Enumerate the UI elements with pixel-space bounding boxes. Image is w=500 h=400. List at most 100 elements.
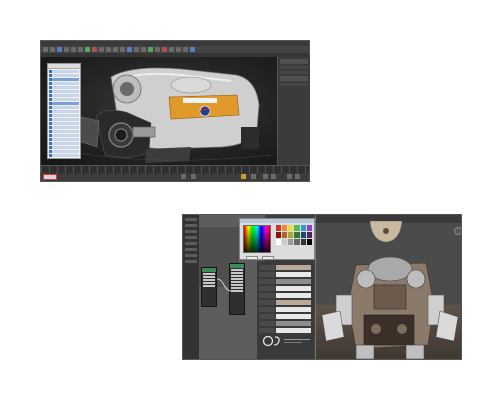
scene-object-row[interactable] (49, 114, 79, 117)
sidebar-tool[interactable] (185, 218, 197, 221)
undo-icon[interactable] (43, 47, 48, 52)
command-panel-field[interactable] (280, 83, 308, 86)
scene-object-row[interactable] (49, 122, 79, 125)
property-row[interactable] (259, 307, 311, 312)
scene-object-row[interactable] (49, 74, 79, 77)
scale-icon[interactable] (99, 47, 104, 52)
property-row[interactable] (259, 279, 311, 284)
link-icon[interactable] (57, 47, 62, 52)
property-row[interactable] (259, 314, 311, 319)
maxscript-listener-field[interactable] (43, 174, 57, 180)
node-slot[interactable] (203, 285, 215, 287)
scene-object-row[interactable] (49, 98, 79, 101)
sidebar-tool[interactable] (185, 254, 197, 257)
move-icon[interactable] (85, 47, 90, 52)
node-slot[interactable] (231, 275, 243, 277)
curve-editor-icon[interactable] (148, 47, 153, 52)
schematic-icon[interactable] (155, 47, 160, 52)
sidebar-tool[interactable] (185, 248, 197, 251)
command-panel-tabs[interactable] (280, 59, 308, 64)
render-frame-icon[interactable] (183, 47, 188, 52)
percent-snap-icon[interactable] (120, 47, 125, 52)
scene-object-row[interactable] (49, 78, 79, 81)
property-row[interactable] (259, 265, 311, 270)
node-slot[interactable] (231, 290, 243, 292)
property-row[interactable] (259, 286, 311, 291)
scene-object-row[interactable] (49, 70, 79, 73)
snap-icon[interactable] (106, 47, 111, 52)
scene-object-row[interactable] (49, 94, 79, 97)
property-row[interactable] (259, 300, 311, 305)
node-slot[interactable] (203, 276, 215, 278)
command-panel-field[interactable] (280, 66, 308, 69)
sidebar-tool[interactable] (185, 236, 197, 239)
scene-object-row[interactable] (49, 150, 79, 153)
scene-object-row[interactable] (49, 138, 79, 141)
align-icon[interactable] (134, 47, 139, 52)
node-slot[interactable] (231, 269, 243, 271)
scene-object-row[interactable] (49, 142, 79, 145)
next-frame-icon[interactable] (271, 174, 276, 179)
node-slot[interactable] (203, 273, 215, 275)
scene-object-row[interactable] (49, 134, 79, 137)
command-panel[interactable] (277, 57, 310, 165)
node-slot[interactable] (231, 272, 243, 274)
viewport-icon[interactable] (190, 47, 195, 52)
lock-icon[interactable] (181, 174, 186, 179)
node-slot[interactable] (231, 287, 243, 289)
scene-object-row[interactable] (49, 90, 79, 93)
scene-object-row[interactable] (49, 118, 79, 121)
color-cancel-button[interactable] (262, 256, 274, 260)
auto-key-button[interactable] (241, 174, 246, 179)
node-slot[interactable] (203, 282, 215, 284)
node-slot[interactable] (231, 278, 243, 280)
texture-node[interactable] (201, 267, 217, 307)
render-view[interactable] (315, 215, 461, 359)
material-node[interactable] (229, 263, 245, 315)
property-row[interactable] (259, 272, 311, 277)
scene-object-row[interactable] (49, 130, 79, 133)
sidebar-tool[interactable] (185, 224, 197, 227)
select-icon[interactable] (71, 47, 76, 52)
sidebar-tool[interactable] (185, 242, 197, 245)
property-row[interactable] (259, 328, 311, 333)
property-row[interactable] (259, 321, 311, 326)
navigation-gizmo-icon[interactable] (454, 227, 461, 235)
scene-object-row[interactable] (49, 126, 79, 129)
unlink-icon[interactable] (64, 47, 69, 52)
mirror-icon[interactable] (127, 47, 132, 52)
scene-object-row[interactable] (49, 82, 79, 85)
scene-object-row[interactable] (49, 146, 79, 149)
scene-object-row[interactable] (49, 154, 79, 157)
color-spectrum[interactable] (243, 225, 271, 253)
color-swatch-grid[interactable] (276, 225, 312, 245)
color-ok-button[interactable] (246, 256, 258, 260)
select-region-icon[interactable] (78, 47, 83, 52)
command-panel-field[interactable] (280, 71, 308, 74)
rotate-icon[interactable] (92, 47, 97, 52)
render-icon[interactable] (176, 47, 181, 52)
play-icon[interactable] (263, 174, 268, 179)
set-key-button[interactable] (251, 174, 256, 179)
layer-icon[interactable] (141, 47, 146, 52)
angle-snap-icon[interactable] (113, 47, 118, 52)
scene-object-row[interactable] (49, 102, 79, 105)
sidebar-tool[interactable] (185, 230, 197, 233)
material-editor-icon[interactable] (162, 47, 167, 52)
zoom-icon[interactable] (287, 174, 292, 179)
scene-object-row[interactable] (49, 86, 79, 89)
node-slot[interactable] (231, 284, 243, 286)
property-row[interactable] (259, 293, 311, 298)
node-slot[interactable] (231, 281, 243, 283)
color-picker-dialog[interactable] (239, 218, 315, 260)
modifier-list[interactable] (280, 76, 308, 81)
coordinate-field[interactable] (191, 174, 196, 179)
scene-object-row[interactable] (49, 106, 79, 109)
scene-object-row[interactable] (49, 110, 79, 113)
sidebar-tool[interactable] (185, 260, 197, 263)
redo-icon[interactable] (50, 47, 55, 52)
scene-explorer-panel[interactable] (47, 63, 81, 159)
render-setup-icon[interactable] (169, 47, 174, 52)
node-slot[interactable] (203, 279, 215, 281)
orbit-icon[interactable] (295, 174, 300, 179)
